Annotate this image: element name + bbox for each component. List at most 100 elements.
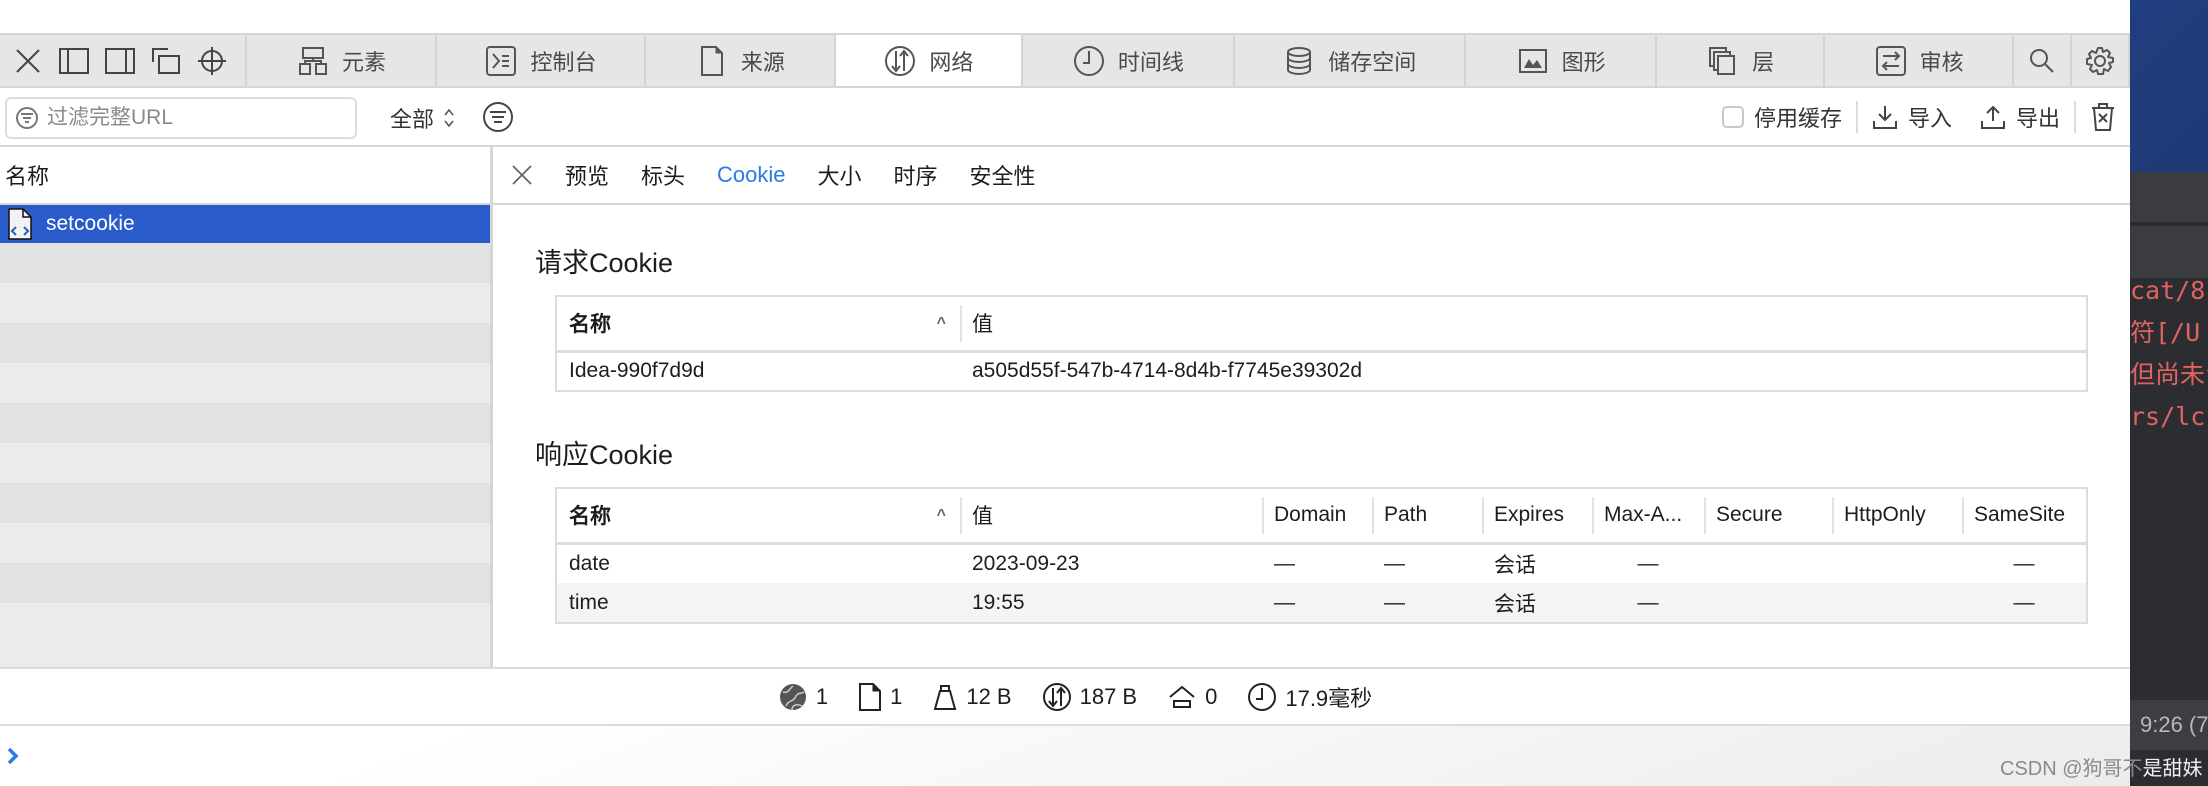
request-row[interactable]: setcookie	[0, 205, 490, 243]
html-document-icon	[8, 208, 32, 240]
disable-cache-toggle[interactable]: 停用缓存	[1708, 101, 1856, 133]
tab-elements[interactable]: 元素	[247, 35, 437, 86]
search-button[interactable]	[2014, 35, 2073, 86]
trash-icon	[2092, 102, 2114, 131]
tab-audit[interactable]: 审核	[1825, 35, 2015, 86]
close-detail-icon[interactable]	[511, 164, 533, 186]
request-detail: 预览 标头 Cookie 大小 时序 安全性 请求Cookie 名称 ^ 值 Id…	[493, 147, 2130, 667]
download-icon	[1872, 105, 1897, 129]
title-strip	[0, 0, 2130, 33]
cookie-secure	[1704, 583, 1832, 623]
storage-icon	[1287, 46, 1312, 75]
request-cookies-table: 名称 ^ 值 Idea-990f7d9d a505d55f-547b-4714-8…	[555, 295, 2088, 392]
detail-tab-headers[interactable]: 标头	[641, 159, 685, 191]
empty-row	[0, 603, 490, 643]
web-inspector: 元素 控制台 来源 网络 时间线 储存空间 图形 层 审核 过滤完整URL 全部…	[0, 0, 2131, 786]
sort-ascending-icon: ^	[936, 507, 946, 524]
column-header-name[interactable]: 名称 ^	[556, 488, 960, 545]
column-header-max-age[interactable]: Max-A...	[1592, 488, 1704, 545]
tab-console[interactable]: 控制台	[437, 35, 647, 86]
background-status: 9:26 (7	[2130, 700, 2208, 750]
detail-tab-timing[interactable]: 时序	[894, 159, 938, 191]
document-icon	[859, 682, 882, 711]
filter-options-button[interactable]	[482, 101, 514, 138]
load-time: 17.9毫秒	[1247, 681, 1372, 713]
background-editor: cat/8. 符[/U 但尚未f rs/lc 9:26 (7	[2130, 0, 2208, 786]
column-header-httponly[interactable]: HttpOnly	[1832, 488, 1962, 545]
empty-row	[0, 443, 490, 483]
column-header-secure[interactable]: Secure	[1704, 488, 1832, 545]
settings-button[interactable]	[2072, 35, 2131, 86]
network-summary-bar: 1 1 12 B 187 B 0 17.9毫秒	[0, 667, 2130, 726]
column-header-value[interactable]: 值	[960, 488, 1262, 545]
tab-label: 来源	[740, 49, 785, 75]
detail-tab-sizes[interactable]: 大小	[818, 159, 862, 191]
import-button[interactable]: 导入	[1858, 101, 1966, 133]
column-header-domain[interactable]: Domain	[1262, 488, 1372, 545]
url-filter-input[interactable]	[47, 106, 337, 130]
request-list-header[interactable]: 名称	[0, 147, 490, 205]
table-header-row: 名称 ^ 值 Domain Path Expires Max-A... Secur…	[556, 488, 2087, 545]
cookie-name: Idea-990f7d9d	[569, 359, 705, 383]
weight-icon	[934, 684, 957, 710]
export-button[interactable]: 导出	[1966, 101, 2074, 133]
empty-row	[0, 483, 490, 523]
table-row[interactable]: date 2023-09-23 — — 会话 — —	[556, 543, 2087, 583]
window-controls	[0, 35, 248, 86]
filter-icon	[16, 107, 38, 129]
table-row[interactable]: Idea-990f7d9d a505d55f-547b-4714-8d4b-f7…	[556, 351, 2087, 391]
detail-tab-security[interactable]: 安全性	[970, 159, 1036, 191]
toolbar-right: 停用缓存 导入 导出	[1708, 88, 2130, 145]
console-input[interactable]	[30, 744, 1930, 768]
clear-button[interactable]	[2076, 102, 2130, 132]
disable-cache-checkbox[interactable]	[1721, 105, 1744, 128]
quick-console	[0, 726, 2130, 786]
inspect-target-icon[interactable]	[192, 41, 232, 81]
network-toolbar: 全部 停用缓存 导入 导出	[0, 88, 2130, 147]
empty-row	[0, 403, 490, 443]
elements-icon	[299, 46, 328, 75]
export-label: 导出	[2015, 105, 2060, 131]
column-header-value[interactable]: 值	[960, 296, 2087, 353]
console-icon	[486, 45, 517, 76]
tab-timeline[interactable]: 时间线	[1023, 35, 1235, 86]
empty-row	[0, 563, 490, 603]
search-icon	[2030, 48, 2054, 73]
cookie-value: 19:55	[960, 583, 1262, 623]
redirect-count: 0	[1167, 684, 1217, 710]
cookie-expires: 会话	[1482, 583, 1592, 623]
cookie-samesite: —	[2013, 551, 2035, 575]
detail-tab-cookies[interactable]: Cookie	[717, 162, 785, 188]
resource-count: 1	[778, 682, 828, 712]
column-header-samesite[interactable]: SameSite	[1962, 488, 2087, 545]
column-header-name[interactable]: 名称 ^	[556, 296, 960, 353]
cookie-name: time	[556, 583, 960, 623]
cookie-value: 2023-09-23	[972, 551, 1080, 575]
layers-icon	[1709, 46, 1736, 75]
tab-layers[interactable]: 层	[1657, 35, 1825, 86]
close-icon[interactable]	[8, 41, 48, 81]
tab-label: 网络	[929, 49, 974, 75]
empty-row	[0, 323, 490, 363]
column-header-path[interactable]: Path	[1372, 488, 1482, 545]
updown-chevron-icon	[444, 108, 454, 128]
tab-graphics[interactable]: 图形	[1466, 35, 1658, 86]
resource-size: 187 B	[1042, 682, 1137, 712]
tab-network[interactable]: 网络	[835, 35, 1024, 86]
tab-sources[interactable]: 来源	[646, 35, 836, 86]
cookie-path: —	[1384, 551, 1405, 575]
tab-storage[interactable]: 储存空间	[1235, 35, 1466, 86]
table-row[interactable]: time 19:55 — — 会话 — —	[556, 583, 2087, 623]
dock-left-icon[interactable]	[54, 41, 94, 81]
column-header-expires[interactable]: Expires	[1482, 488, 1592, 545]
resource-type-select[interactable]: 全部	[390, 102, 456, 134]
response-cookies-title: 响应Cookie	[535, 440, 674, 470]
detail-tab-preview[interactable]: 预览	[565, 159, 609, 191]
background-panel	[2130, 172, 2208, 224]
cookie-name: date	[569, 551, 610, 575]
detach-window-icon[interactable]	[146, 41, 186, 81]
dock-right-icon[interactable]	[100, 41, 140, 81]
cookie-path: —	[1372, 583, 1482, 623]
tab-label: 审核	[1919, 49, 1964, 75]
url-filter	[5, 97, 357, 139]
